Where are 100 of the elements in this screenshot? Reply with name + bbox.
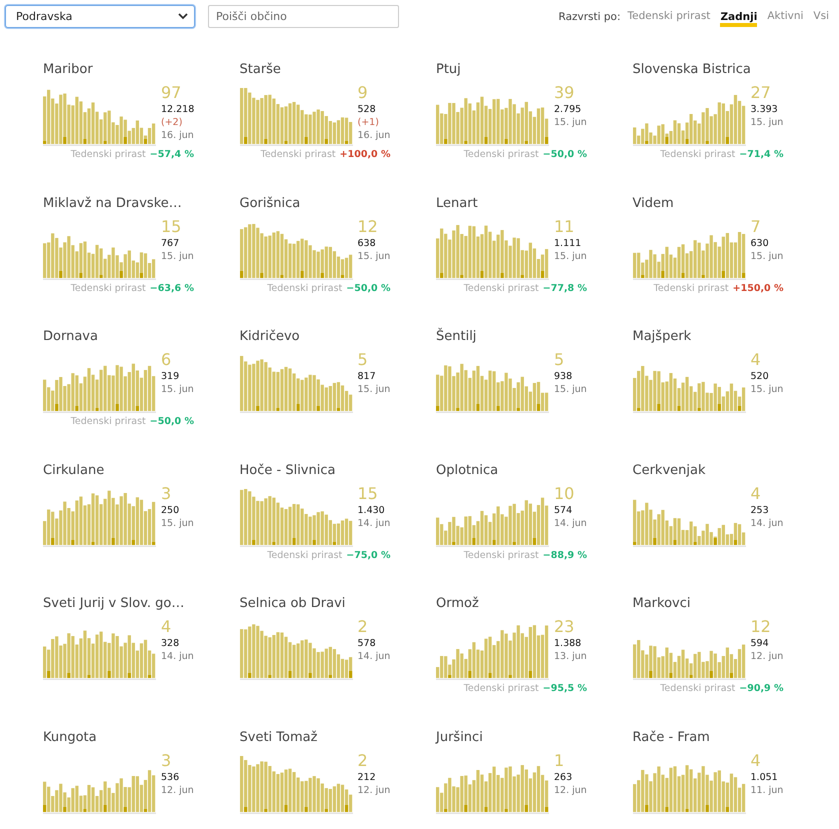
- sort-option[interactable]: Aktivni: [767, 10, 804, 23]
- total-count: 767: [161, 236, 180, 250]
- active-count: 11: [554, 218, 576, 236]
- total-count: 536: [161, 770, 180, 784]
- sort-option[interactable]: Zadnji: [720, 10, 758, 26]
- region-dropdown[interactable]: Podravska: [5, 5, 195, 28]
- municipality-name: Selnica ob Dravi: [240, 596, 346, 612]
- municipality-name: Videm: [632, 196, 675, 212]
- sort-option[interactable]: Vsi: [813, 10, 829, 23]
- total-count: 528: [358, 103, 377, 116]
- active-count: 4: [750, 484, 762, 502]
- growth-label: Tedenski prirast: [260, 149, 336, 160]
- active-count: 2: [358, 618, 369, 636]
- date-label: 12. jun: [554, 784, 587, 796]
- date-label: 15. jun: [161, 250, 194, 262]
- growth-label: Tedenski prirast: [464, 683, 539, 694]
- total-count: 578: [358, 637, 377, 650]
- growth-label: Tedenski prirast: [70, 416, 146, 427]
- active-count: 5: [554, 351, 566, 369]
- active-count: 3: [161, 484, 172, 502]
- active-count: 15: [161, 218, 182, 236]
- municipality-name: Kidričevo: [240, 329, 301, 345]
- growth-label: Tedenski prirast: [660, 149, 736, 160]
- municipality-name: Cirkulane: [43, 462, 106, 478]
- daily-change: (+1): [358, 116, 380, 129]
- municipality-name: Starše: [240, 62, 282, 78]
- growth-label: Tedenski prirast: [70, 149, 146, 160]
- municipality-name: Lenart: [436, 196, 479, 212]
- date-label: 12. jun: [161, 784, 194, 796]
- active-count: 15: [358, 484, 379, 502]
- date-label: 15. jun: [358, 250, 390, 262]
- date-label: 15. jun: [750, 250, 784, 262]
- municipality-name: Dornava: [43, 329, 99, 345]
- date-label: 15. jun: [750, 116, 784, 129]
- active-count: 4: [161, 618, 172, 636]
- chevron-down-icon: [178, 13, 188, 20]
- date-label: 14. jun: [161, 650, 194, 663]
- municipality-name: Kungota: [43, 730, 98, 746]
- date-label: 15. jun: [161, 383, 194, 396]
- daily-change: (+2): [161, 116, 184, 129]
- date-label: 15. jun: [554, 116, 587, 129]
- growth-value: +150,0 %: [732, 282, 784, 294]
- growth-value: −50,0 %: [150, 416, 194, 427]
- active-count: 23: [554, 618, 576, 636]
- date-label: 14. jun: [358, 516, 390, 530]
- total-count: 1.111: [554, 236, 582, 250]
- total-count: 630: [750, 236, 770, 250]
- date-label: 14. jun: [358, 650, 390, 663]
- date-label: 15. jun: [554, 250, 587, 262]
- growth-label: Tedenski prirast: [464, 550, 539, 560]
- growth-value: +100,0 %: [340, 149, 390, 160]
- total-count: 1.388: [554, 637, 582, 650]
- municipality-name: Šentilj: [436, 329, 478, 345]
- date-label: 15. jun: [554, 383, 587, 396]
- growth-value: −75,0 %: [346, 550, 390, 560]
- date-label: 16. jun: [358, 129, 390, 142]
- active-count: 1: [554, 752, 566, 770]
- date-label: 13. jun: [554, 650, 587, 663]
- total-count: 817: [358, 370, 377, 383]
- date-label: 11. jun: [750, 784, 784, 796]
- municipality-name: Ormož: [436, 596, 480, 612]
- growth-value: −63,6 %: [150, 282, 194, 294]
- active-count: 4: [750, 351, 762, 369]
- date-label: 15. jun: [750, 383, 784, 396]
- growth-value: −95,5 %: [542, 683, 587, 694]
- municipality-name: Slovenska Bistrica: [632, 62, 752, 78]
- growth-label: Tedenski prirast: [267, 282, 342, 294]
- municipality-name: Maribor: [43, 62, 94, 78]
- sort-option[interactable]: Tedenski prirast: [628, 10, 710, 23]
- active-count: 9: [358, 84, 369, 102]
- municipality-name: Sveti Jurij v Slov. go…: [43, 596, 186, 612]
- growth-value: −71,4 %: [739, 149, 784, 160]
- active-count: 10: [554, 484, 576, 502]
- date-label: 14. jun: [750, 516, 784, 530]
- total-count: 520: [750, 370, 770, 383]
- active-count: 97: [161, 84, 182, 102]
- growth-label: Tedenski prirast: [70, 282, 146, 294]
- active-count: 7: [750, 218, 762, 236]
- total-count: 263: [554, 770, 574, 784]
- search-field[interactable]: Poišči občino: [208, 5, 399, 28]
- total-count: 328: [161, 637, 180, 650]
- active-count: 4: [750, 752, 762, 770]
- growth-label: Tedenski prirast: [267, 550, 342, 560]
- active-count: 39: [554, 84, 576, 102]
- total-count: 250: [161, 504, 180, 516]
- municipality-name: Markovci: [632, 596, 692, 612]
- growth-label: Tedenski prirast: [464, 282, 539, 294]
- municipality-name: Miklavž na Dravske…: [43, 196, 183, 212]
- growth-value: −77,8 %: [542, 282, 587, 294]
- total-count: 938: [554, 370, 574, 383]
- active-count: 2: [358, 752, 369, 770]
- growth-label: Tedenski prirast: [660, 683, 736, 694]
- growth-label: Tedenski prirast: [654, 282, 729, 294]
- active-count: 6: [161, 351, 172, 369]
- active-count: 3: [161, 752, 172, 770]
- date-label: 15. jun: [358, 383, 390, 396]
- date-label: 15. jun: [161, 516, 194, 530]
- growth-value: −88,9 %: [542, 550, 587, 560]
- total-count: 2.795: [554, 103, 582, 116]
- active-count: 12: [750, 618, 772, 636]
